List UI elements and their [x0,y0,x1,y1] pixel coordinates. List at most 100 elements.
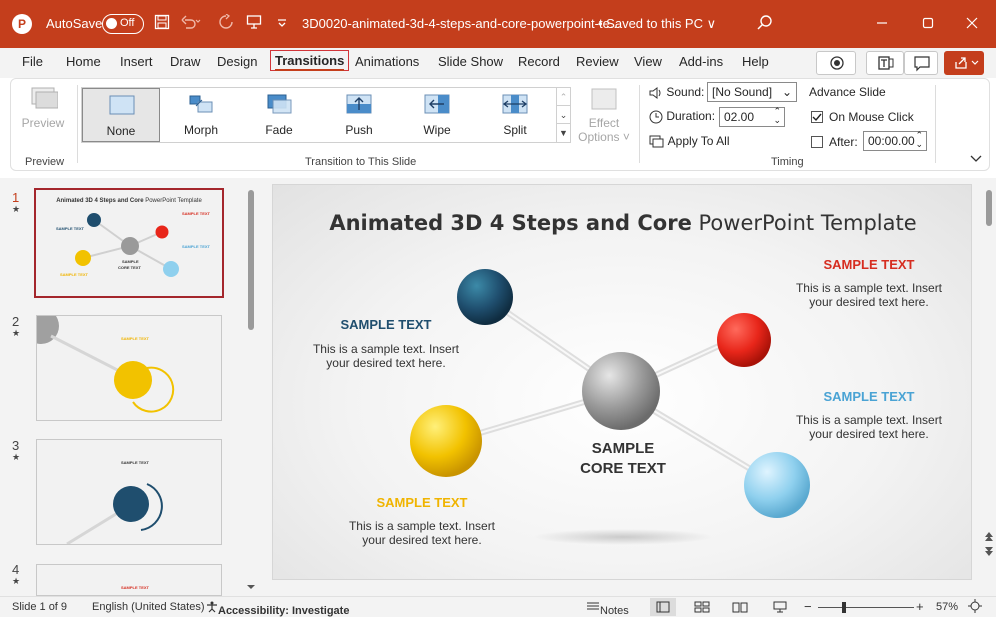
transition-push[interactable]: Push [320,88,398,142]
scrollbar-thumb[interactable] [986,190,992,226]
tab-home[interactable]: Home [66,54,101,69]
thumbnails-scrollbar[interactable] [244,178,258,596]
thumb-label: SAMPLE TEXT [121,460,150,465]
transition-fade[interactable]: Fade [240,88,318,142]
gallery-up-icon[interactable]: ⌃ [557,88,570,106]
notes-button[interactable]: Notes [586,601,629,617]
transition-wipe[interactable]: Wipe [398,88,476,142]
zoom-slider-thumb[interactable] [842,602,846,613]
transition-label: None [106,124,136,138]
scroll-down-icon[interactable] [244,582,258,592]
sample-body-teal[interactable]: This is a sample text. Insert your desire… [301,342,471,370]
collapse-ribbon-icon[interactable] [969,151,983,165]
sample-title-blue[interactable]: SAMPLE TEXT [798,389,940,404]
accessibility-button[interactable]: Accessibility: Investigate [206,601,349,617]
effect-options-button[interactable]: Effect Options ˅ [577,87,631,147]
spinner-icon[interactable]: ⌃ ⌄ [773,107,781,125]
maximize-icon[interactable] [914,10,942,38]
transition-split[interactable]: Split [476,88,554,142]
zoom-in-button[interactable]: + [916,599,924,614]
transition-morph[interactable]: Morph [162,88,240,142]
sphere-core[interactable] [582,352,660,430]
on-mouse-click-checkbox[interactable] [811,111,823,123]
saved-status[interactable]: • Saved to this PC ∨ [598,16,716,32]
slide-scrollbar[interactable] [982,178,996,596]
redo-icon[interactable] [216,13,236,34]
sound-value: [No Sound] [712,85,773,99]
reading-view-button[interactable] [732,601,748,616]
duration-value: 02.00 [724,110,755,124]
prev-slide-icon[interactable] [982,530,996,542]
slide-sorter-button[interactable] [694,601,710,616]
slide-thumbnail-4[interactable]: SAMPLE TEXT [36,564,222,596]
duration-input[interactable]: 02.00 ⌃ ⌄ [719,107,785,127]
gallery-more-icon[interactable]: ▼ [557,124,570,142]
fit-slide-button[interactable] [968,599,982,616]
teams-button[interactable] [866,51,904,75]
sphere-red[interactable] [717,313,771,367]
save-icon[interactable] [152,14,172,34]
record-button[interactable] [816,51,856,75]
sample-title-teal[interactable]: SAMPLE TEXT [315,317,457,332]
transition-none[interactable]: None [82,88,160,142]
undo-icon[interactable] [180,14,201,34]
thumb-label: SAMPLE TEXT [121,585,150,590]
thumb-label: SAMPLE TEXT [182,211,211,216]
tab-help[interactable]: Help [742,54,769,69]
after-checkbox[interactable] [811,136,823,148]
spinner-icon[interactable]: ⌃ ⌄ [915,131,923,149]
slide-canvas[interactable]: Animated 3D 4 Steps and Core PowerPoint … [272,184,972,580]
tab-add-ins[interactable]: Add-ins [679,54,723,69]
sample-title-yellow[interactable]: SAMPLE TEXT [351,495,493,510]
close-icon[interactable] [958,10,986,38]
minimize-icon[interactable] [868,10,896,38]
comments-button[interactable] [904,51,938,75]
autosave-toggle[interactable]: Off [102,14,144,34]
search-icon[interactable] [756,14,776,34]
tab-view[interactable]: View [634,54,662,69]
share-button[interactable] [944,51,984,75]
gallery-down-icon[interactable]: ⌄ [557,106,570,124]
sample-body-blue[interactable]: This is a sample text. Insert your desire… [784,413,954,441]
tab-animations[interactable]: Animations [355,54,419,69]
advance-slide-title: Advance Slide [809,85,886,99]
scrollbar-thumb[interactable] [248,190,254,330]
sphere-yellow[interactable] [410,405,482,477]
tab-record[interactable]: Record [518,54,560,69]
preview-button[interactable]: Preview [21,85,65,135]
core-text[interactable]: SAMPLE CORE TEXT [563,439,683,479]
tab-review[interactable]: Review [576,54,619,69]
next-slide-icon[interactable] [982,546,996,558]
speaker-icon [649,86,661,99]
document-title[interactable]: 3D0020-animated-3d-4-steps-and-core-powe… [302,16,621,31]
sample-body-red[interactable]: This is a sample text. Insert your desire… [784,281,954,309]
slide-counter[interactable]: Slide 1 of 9 [12,601,67,613]
slideshow-button[interactable] [772,601,788,616]
normal-view-button[interactable] [650,598,676,616]
sample-body-yellow[interactable]: This is a sample text. Insert your desire… [337,519,507,547]
slide-thumbnail-2[interactable]: SAMPLE TEXT [36,315,222,421]
apply-to-all-button[interactable]: Apply To All [649,134,730,149]
divider [935,85,936,163]
language-indicator[interactable]: English (United States) [92,601,205,613]
slide-thumbnail-3[interactable]: SAMPLE TEXT [36,439,222,545]
sphere-light-blue[interactable] [744,452,810,518]
sound-select[interactable]: [No Sound] ⌄ [707,82,797,102]
zoom-level[interactable]: 57% [936,601,958,613]
slide-thumbnail-1[interactable]: Animated 3D 4 Steps and Core PowerPoint … [34,188,224,298]
sphere-teal[interactable] [457,269,513,325]
tab-file[interactable]: File [22,54,43,69]
zoom-slider[interactable] [818,607,914,608]
sample-title-red[interactable]: SAMPLE TEXT [798,257,940,272]
tab-slide-show[interactable]: Slide Show [438,54,503,69]
after-input[interactable]: 00:00.00 ⌃ ⌄ [863,131,927,151]
customize-icon[interactable] [272,14,292,34]
present-icon[interactable] [244,14,264,34]
none-icon [109,95,135,115]
zoom-out-button[interactable]: − [804,599,812,614]
tab-insert[interactable]: Insert [120,54,153,69]
tab-transitions[interactable]: Transitions [270,50,350,71]
tab-design[interactable]: Design [217,54,257,69]
tab-draw[interactable]: Draw [170,54,200,69]
thumb-diagram [37,316,175,413]
